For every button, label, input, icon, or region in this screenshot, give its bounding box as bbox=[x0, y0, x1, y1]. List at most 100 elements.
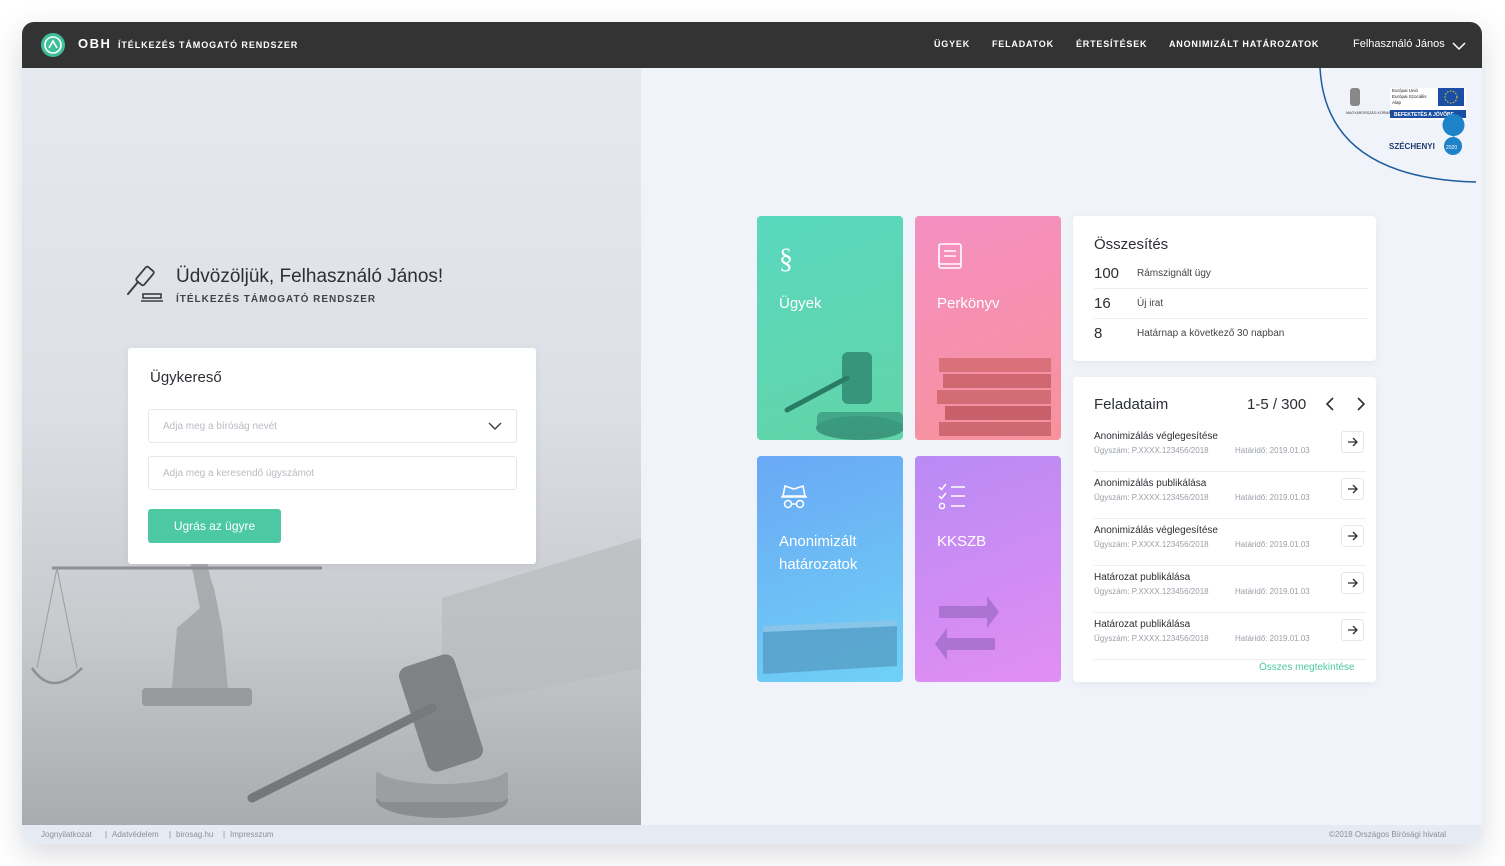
books-illustration bbox=[937, 358, 1051, 436]
year-label: 2020 bbox=[1446, 145, 1457, 151]
welcome-subtitle: ÍTÉLKEZÉS TÁMOGATÓ RENDSZER bbox=[176, 294, 377, 305]
summary-row[interactable]: 100 Rámszignált ügy bbox=[1094, 259, 1368, 289]
footer-link-adatvedelem[interactable]: Adatvédelem bbox=[112, 830, 159, 839]
footer-copyright: ©2018 Országos Bírósági hivatal bbox=[1329, 830, 1447, 839]
arrow-right-icon[interactable] bbox=[1341, 431, 1364, 453]
show-all-link[interactable]: Összes megtekintése bbox=[1259, 662, 1355, 673]
go-to-case-button[interactable]: Ugrás az ügyre bbox=[148, 509, 281, 543]
chevron-down-icon[interactable] bbox=[488, 421, 502, 434]
summary-row[interactable]: 16 Új irat bbox=[1094, 289, 1368, 319]
gavel-icon bbox=[126, 264, 164, 309]
summary-label: Rámszignált ügy bbox=[1137, 268, 1211, 279]
arrow-right-icon[interactable] bbox=[1341, 478, 1364, 500]
tile-kkszb-label: KKSZB bbox=[937, 533, 987, 550]
obh-logo-icon[interactable] bbox=[41, 33, 65, 57]
task-title: Anonimizálás véglegesítése bbox=[1094, 431, 1218, 442]
tile-anon-label-2: határozatok bbox=[779, 556, 858, 573]
app-window: OBH ÍTÉLKEZÉS TÁMOGATÓ RENDSZER ÜGYEK FE… bbox=[22, 22, 1482, 844]
arrow-right-icon[interactable] bbox=[1341, 525, 1364, 547]
book-icon bbox=[937, 242, 963, 277]
task-deadline: Határidő: 2019.01.03 bbox=[1235, 493, 1310, 502]
welcome-title: Üdvözöljük, Felhasználó János! bbox=[176, 266, 444, 287]
summary-count: 100 bbox=[1094, 265, 1120, 282]
app-name: ÍTÉLKEZÉS TÁMOGATÓ RENDSZER bbox=[118, 40, 299, 50]
tasks-card: Feladataim 1-5 / 300 Anonimizálás végleg… bbox=[1073, 377, 1376, 682]
task-deadline: Határidő: 2019.01.03 bbox=[1235, 446, 1310, 455]
arrow-right-icon[interactable] bbox=[1341, 572, 1364, 594]
task-title: Anonimizálás véglegesítése bbox=[1094, 525, 1218, 536]
tile-anonimizalt-hatarozatok[interactable]: Anonimizált határozatok bbox=[757, 456, 903, 682]
task-case-number: Ügyszám: P.XXXX.123456/2018 bbox=[1094, 587, 1209, 596]
tasks-pagination: 1-5 / 300 bbox=[1247, 396, 1307, 413]
task-title: Határozat publikálása bbox=[1094, 619, 1191, 630]
szechenyi-label: SZÉCHENYI bbox=[1389, 142, 1435, 151]
footer: Jognyilatkozat | Adatvédelem | birosag.h… bbox=[22, 825, 1482, 844]
invest-label: BEFEKTETÉS A JÖVŐBE bbox=[1394, 110, 1455, 118]
case-number-placeholder: Adja meg a keresendő ügyszámot bbox=[163, 468, 315, 479]
eu-funding-badge: Európai Unió Európai Szociális Alap MAGY… bbox=[1319, 68, 1477, 183]
summary-title: Összesítés bbox=[1094, 236, 1169, 253]
court-select[interactable]: Adja meg a bíróság nevét bbox=[148, 409, 517, 443]
task-item[interactable]: Határozat publikálása Ügyszám: P.XXXX.12… bbox=[1094, 613, 1366, 660]
paragraph-icon: § bbox=[779, 242, 799, 279]
task-case-number: Ügyszám: P.XXXX.123456/2018 bbox=[1094, 634, 1209, 643]
case-number-input[interactable]: Adja meg a keresendő ügyszámot bbox=[148, 456, 517, 490]
tile-anon-label-1: Anonimizált bbox=[779, 533, 857, 550]
chevron-down-icon[interactable] bbox=[1452, 38, 1466, 56]
task-case-number: Ügyszám: P.XXXX.123456/2018 bbox=[1094, 446, 1209, 455]
nav-ertesitesek[interactable]: ÉRTESÍTÉSEK bbox=[1076, 39, 1147, 49]
summary-card: Összesítés 100 Rámszignált ügy 16 Új ira… bbox=[1073, 216, 1376, 361]
footer-link-impresszum[interactable]: Impresszum bbox=[230, 830, 274, 839]
footer-link-birosag[interactable]: birosag.hu bbox=[176, 830, 213, 839]
footer-separator: | bbox=[223, 830, 226, 839]
chevron-left-icon[interactable] bbox=[1325, 397, 1337, 416]
tile-perkonyv[interactable]: Perkönyv bbox=[915, 216, 1061, 440]
paper-stack-illustration bbox=[763, 620, 897, 674]
footer-separator: | bbox=[169, 830, 172, 839]
arrow-right-icon[interactable] bbox=[1341, 619, 1364, 641]
task-case-number: Ügyszám: P.XXXX.123456/2018 bbox=[1094, 540, 1209, 549]
chevron-right-icon[interactable] bbox=[1354, 397, 1366, 416]
user-menu-name[interactable]: Felhasználó János bbox=[1353, 38, 1445, 50]
task-title: Határozat publikálása bbox=[1094, 572, 1191, 583]
summary-count: 16 bbox=[1094, 295, 1111, 312]
eu-line-2: Európai Szociális bbox=[1392, 94, 1427, 99]
summary-label: Határnap a következő 30 napban bbox=[1137, 328, 1285, 339]
summary-row[interactable]: 8 Határnap a következő 30 napban bbox=[1094, 319, 1368, 349]
task-item[interactable]: Anonimizálás véglegesítése Ügyszám: P.XX… bbox=[1094, 519, 1366, 566]
footer-link-jognyilatkozat[interactable]: Jognyilatkozat bbox=[41, 830, 92, 839]
task-deadline: Határidő: 2019.01.03 bbox=[1235, 540, 1310, 549]
logo-abbreviation[interactable]: OBH bbox=[78, 36, 111, 51]
tile-kkszb[interactable]: KKSZB bbox=[915, 456, 1061, 682]
tile-ugyek[interactable]: § Ügyek bbox=[757, 216, 903, 440]
exchange-arrows-illustration bbox=[935, 596, 999, 660]
task-deadline: Határidő: 2019.01.03 bbox=[1235, 634, 1310, 643]
tasks-title: Feladataim bbox=[1094, 396, 1169, 413]
tile-perkonyv-label: Perkönyv bbox=[937, 295, 1000, 312]
footer-separator: | bbox=[105, 830, 108, 839]
nav-anonimizalt-hatarozatok[interactable]: ANONIMIZÁLT HATÁROZATOK bbox=[1169, 39, 1319, 49]
summary-label: Új irat bbox=[1137, 298, 1164, 309]
task-deadline: Határidő: 2019.01.03 bbox=[1235, 587, 1310, 596]
task-title: Anonimizálás publikálása bbox=[1094, 478, 1207, 489]
incognito-icon bbox=[779, 482, 809, 517]
court-select-placeholder: Adja meg a bíróság nevét bbox=[163, 421, 277, 432]
checklist-icon bbox=[937, 482, 967, 517]
eu-line-3: Alap bbox=[1392, 100, 1402, 105]
summary-count: 8 bbox=[1094, 325, 1103, 342]
welcome-panel: Üdvözöljük, Felhasználó János! ÍTÉLKEZÉS… bbox=[22, 68, 641, 825]
case-search-card: Ügykereső Adja meg a bíróság nevét Adja … bbox=[128, 348, 536, 564]
task-item[interactable]: Határozat publikálása Ügyszám: P.XXXX.12… bbox=[1094, 566, 1366, 613]
task-case-number: Ügyszám: P.XXXX.123456/2018 bbox=[1094, 493, 1209, 502]
eu-line-1: Európai Unió bbox=[1392, 88, 1419, 93]
nav-feladatok[interactable]: FELADATOK bbox=[992, 39, 1054, 49]
case-search-title: Ügykereső bbox=[150, 369, 222, 386]
task-item[interactable]: Anonimizálás publikálása Ügyszám: P.XXXX… bbox=[1094, 472, 1366, 519]
nav-ugyek[interactable]: ÜGYEK bbox=[934, 39, 970, 49]
svg-text:§: § bbox=[779, 244, 793, 274]
tile-ugyek-label: Ügyek bbox=[779, 295, 822, 312]
gavel-illustration bbox=[784, 352, 903, 440]
top-navigation-bar: OBH ÍTÉLKEZÉS TÁMOGATÓ RENDSZER ÜGYEK FE… bbox=[22, 22, 1482, 68]
hu-gov-label: MAGYARORSZÁG KORMÁNYA bbox=[1346, 111, 1398, 115]
task-item[interactable]: Anonimizálás véglegesítése Ügyszám: P.XX… bbox=[1094, 425, 1366, 472]
